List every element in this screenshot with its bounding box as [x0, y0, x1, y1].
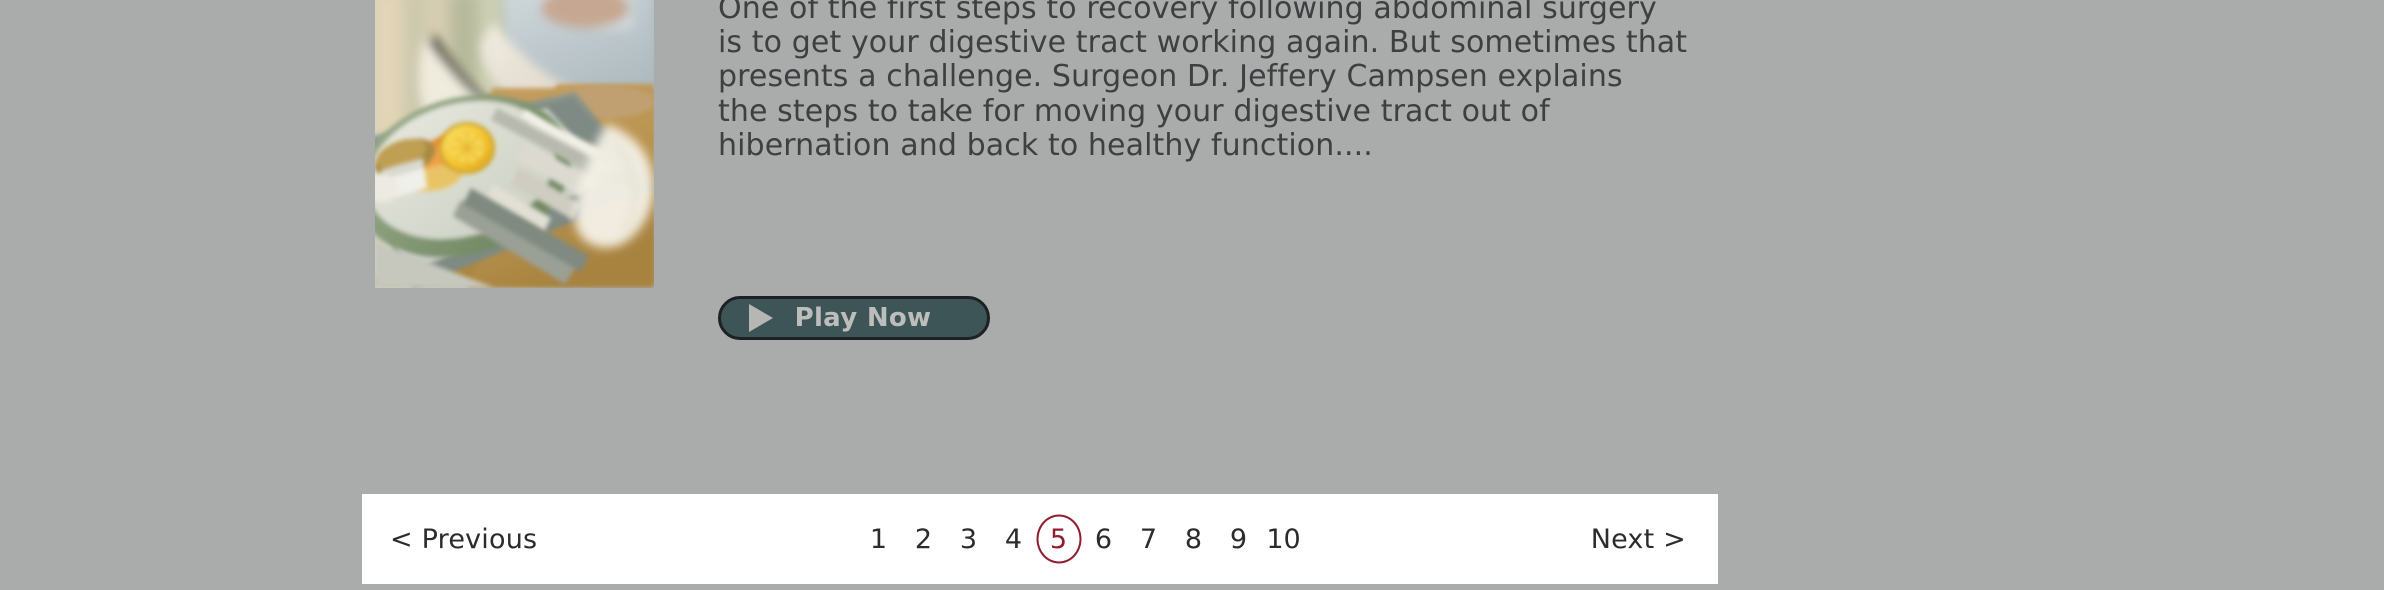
pagination-previous-link[interactable]: < Previous — [390, 524, 537, 555]
play-triangle-icon — [749, 304, 773, 332]
article-body: One of the first steps to recovery follo… — [718, 0, 1708, 163]
pagination-page-9[interactable]: 9 — [1216, 517, 1261, 562]
pagination-next-link[interactable]: Next > — [1591, 524, 1686, 555]
article-thumbnail[interactable] — [375, 0, 654, 288]
hospital-meal-tray-photo — [375, 0, 654, 288]
article-card: One of the first steps to recovery follo… — [375, 0, 1715, 340]
pagination-page-8[interactable]: 8 — [1171, 517, 1216, 562]
pagination-page-1[interactable]: 1 — [856, 517, 901, 562]
pagination-page-list: 1 2 3 4 5 6 7 8 9 10 — [856, 517, 1306, 562]
pagination-page-2[interactable]: 2 — [901, 517, 946, 562]
play-now-label: Play Now — [794, 303, 932, 333]
pagination-page-10[interactable]: 10 — [1261, 517, 1306, 562]
pagination-page-5-active[interactable]: 5 — [1036, 517, 1081, 562]
article-excerpt: One of the first steps to recovery follo… — [718, 0, 1688, 163]
play-now-button[interactable]: Play Now — [718, 296, 990, 340]
pagination-page-4[interactable]: 4 — [991, 517, 1036, 562]
pagination-page-7[interactable]: 7 — [1126, 517, 1171, 562]
pagination-bar: < Previous 1 2 3 4 5 6 7 8 9 10 Next > — [362, 494, 1718, 584]
pagination-page-6[interactable]: 6 — [1081, 517, 1126, 562]
pagination-page-3[interactable]: 3 — [946, 517, 991, 562]
